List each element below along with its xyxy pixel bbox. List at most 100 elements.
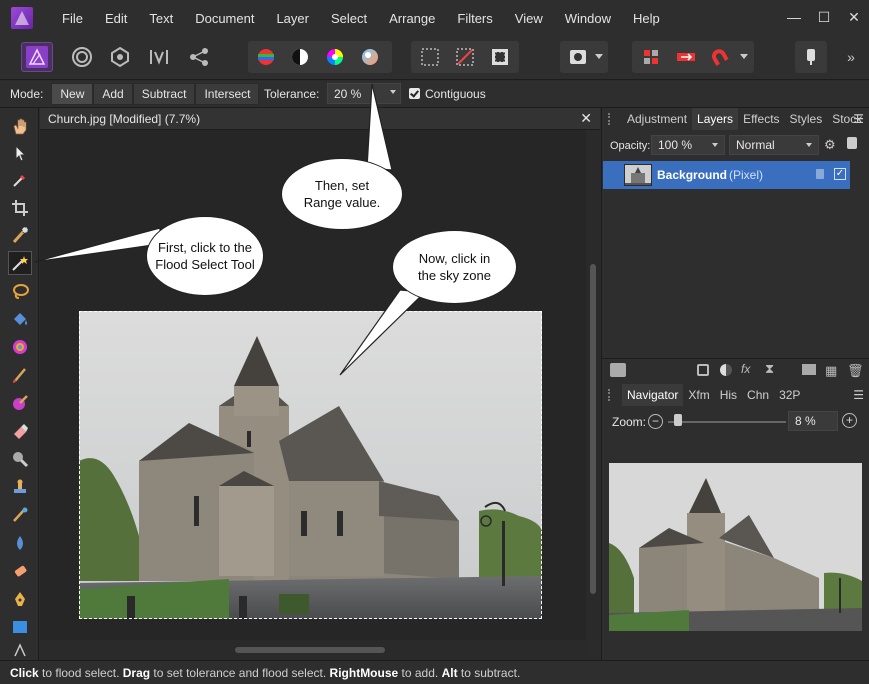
panel-grip-icon[interactable] [608,113,616,125]
menu-edit[interactable]: Edit [94,11,138,26]
menu-file[interactable]: File [51,11,94,26]
mode-add-button[interactable]: Add [93,83,133,105]
freehand-selection-tool-icon[interactable] [8,279,32,303]
mask-layer-icon[interactable] [697,364,709,376]
add-pixel-layer-icon[interactable]: ▦ [825,363,837,379]
layer-lock-icon[interactable] [816,169,824,179]
close-window-button[interactable]: ✕ [847,6,861,28]
tab-32p[interactable]: 32P [774,384,805,406]
move-tool-icon[interactable] [8,141,32,165]
assistant-icon[interactable] [635,42,667,72]
navigator-menu-icon[interactable]: ☰ [853,388,864,402]
mode-new-button[interactable]: New [51,83,94,105]
patch-tool-icon[interactable] [8,559,32,583]
tone-mapping-persona-icon[interactable] [143,42,175,72]
menu-filters[interactable]: Filters [446,11,503,26]
menu-layer[interactable]: Layer [265,11,320,26]
navigator-preview[interactable] [609,463,862,631]
menu-help[interactable]: Help [622,11,671,26]
opacity-field[interactable]: 100 % [651,135,725,155]
color-replacement-brush-icon[interactable] [8,391,32,415]
blend-mode-select[interactable]: Normal [729,135,819,155]
paint-brush-tool-icon[interactable] [8,363,32,387]
horizontal-scrollbar[interactable] [40,640,586,660]
flood-select-tool-icon[interactable] [8,251,32,275]
color-picker-tool-icon[interactable] [8,168,32,192]
zoom-slider-track[interactable] [668,421,786,423]
artistic-text-tool-icon[interactable] [8,642,32,658]
church-photo[interactable] [79,311,542,619]
white-balance-icon[interactable] [354,42,386,72]
zoom-field[interactable]: 8 % [788,411,838,431]
tab-xfm[interactable]: Xfm [683,384,714,406]
live-filter-icon[interactable]: ⧗ [765,361,774,377]
delete-layer-icon[interactable]: 🗑 [847,363,864,379]
erase-brush-tool-icon[interactable] [8,419,32,443]
tolerance-dropdown-icon[interactable] [390,90,396,94]
quick-mask-dropdown-icon[interactable] [592,42,606,72]
liquify-persona-icon[interactable] [66,42,98,72]
menu-arrange[interactable]: Arrange [378,11,446,26]
vertical-scroll-thumb[interactable] [590,264,596,594]
force-pixel-alignment-icon[interactable] [670,42,702,72]
develop-persona-icon[interactable] [104,42,136,72]
blend-mode-dropdown-icon[interactable] [806,143,812,147]
crop-tool-icon[interactable] [8,196,32,220]
black-white-icon[interactable] [284,42,316,72]
levels-icon[interactable] [250,42,282,72]
vertical-scrollbar[interactable] [586,130,600,640]
lock-icon[interactable] [847,137,857,149]
photo-persona-icon[interactable] [21,42,53,72]
maximize-button[interactable]: ☐ [817,6,831,28]
selection-brush-tool-icon[interactable] [8,223,32,247]
tab-layers[interactable]: Layers [692,108,739,130]
contiguous-checkbox[interactable] [409,88,420,99]
gradient-tool-icon[interactable] [8,335,32,359]
menu-select[interactable]: Select [320,11,378,26]
invert-selection-icon[interactable] [484,42,516,72]
tolerance-field[interactable]: 20 % [327,83,401,104]
snapping-dropdown-icon[interactable] [737,42,751,72]
clone-brush-tool-icon[interactable] [8,475,32,499]
pen-tool-icon[interactable] [8,587,32,611]
panel-menu-icon[interactable]: ☰ [853,112,864,126]
mode-subtract-button[interactable]: Subtract [132,83,196,105]
view-hand-tool-icon[interactable] [8,114,32,138]
horizontal-scroll-thumb[interactable] [235,647,385,653]
zoom-slider-handle[interactable] [674,414,682,426]
layer-visibility-checkbox[interactable]: ✓ [834,168,846,180]
zoom-in-icon[interactable]: + [842,413,857,428]
menu-view[interactable]: View [504,11,554,26]
minimize-button[interactable]: — [787,6,801,28]
select-all-icon[interactable] [414,42,446,72]
mode-intersect-button[interactable]: Intersect [195,83,260,105]
snapping-magnet-icon[interactable] [704,42,736,72]
tab-effects[interactable]: Effects [738,108,784,130]
tab-navigator[interactable]: Navigator [622,384,684,406]
layer-settings-gear-icon[interactable]: ⚙ [824,137,836,153]
close-document-icon[interactable]: ✕ [580,110,592,127]
tool-settings-icon[interactable] [795,42,827,72]
layers-stack-icon[interactable] [610,363,626,377]
document-tab[interactable]: Church.jpg [Modified] (7.7%) ✕ [40,108,600,130]
flood-fill-tool-icon[interactable] [8,308,32,332]
quick-mask-icon[interactable] [562,42,594,72]
tab-adjustment[interactable]: Adjustment [622,108,692,130]
fx-icon[interactable]: fx [741,362,750,376]
tab-history[interactable]: His [715,384,742,406]
healing-brush-tool-icon[interactable] [8,503,32,527]
tab-channels[interactable]: Chn [742,384,774,406]
tab-styles[interactable]: Styles [785,108,828,130]
menu-text[interactable]: Text [138,11,184,26]
opacity-dropdown-icon[interactable] [712,143,718,147]
adjustment-layer-icon[interactable] [720,364,732,376]
toolbar-overflow-icon[interactable]: » [841,42,861,72]
hsl-icon[interactable] [319,42,351,72]
rectangle-tool-icon[interactable] [8,615,32,639]
menu-document[interactable]: Document [184,11,265,26]
add-group-icon[interactable] [802,364,816,375]
layer-row-background[interactable]: Background (Pixel) ✓ [603,161,850,189]
menu-window[interactable]: Window [554,11,622,26]
dodge-burn-tool-icon[interactable] [8,447,32,471]
share-icon[interactable] [183,42,215,72]
